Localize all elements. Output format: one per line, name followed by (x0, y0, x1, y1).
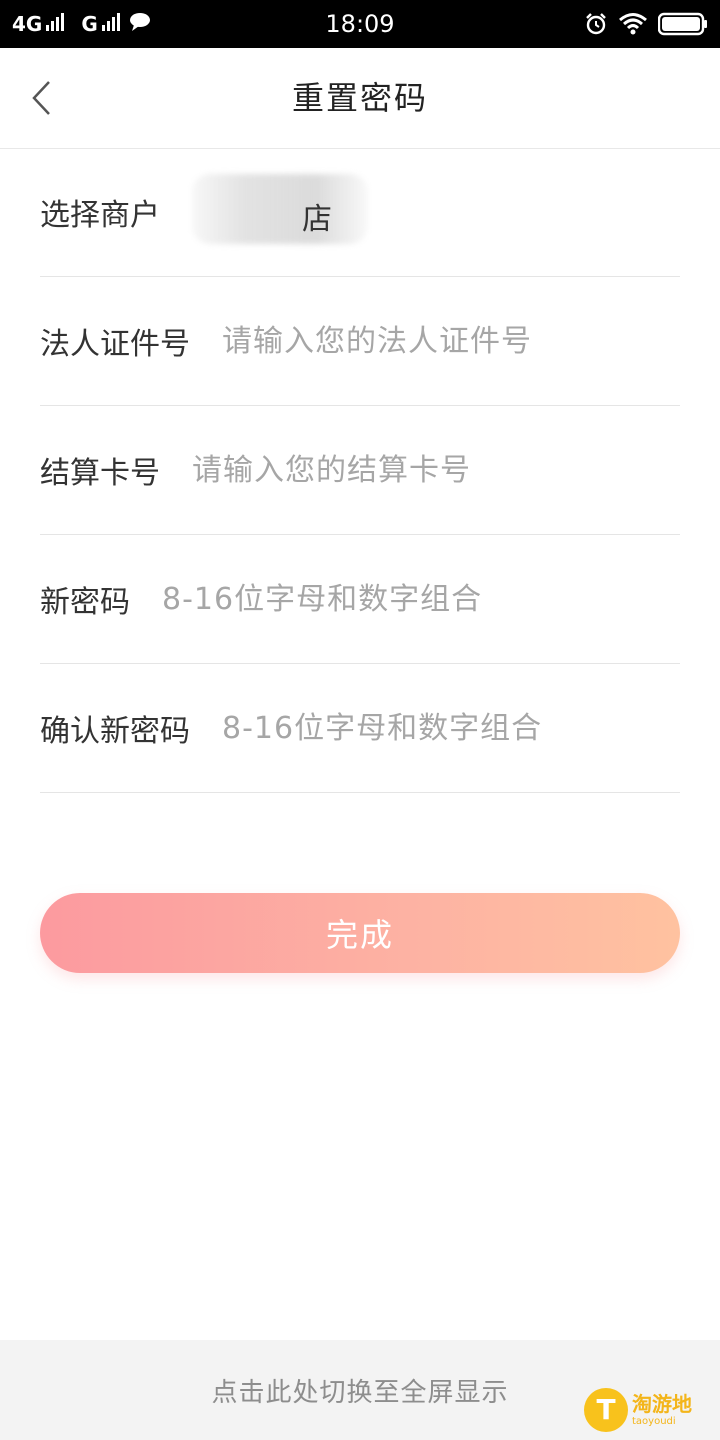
watermark-text: 淘游地 (632, 1392, 692, 1416)
redacted-blur (192, 174, 368, 244)
confirm-password-label: 确认新密码 (40, 714, 190, 749)
wifi-icon (618, 12, 648, 36)
merchant-label: 选择商户 (40, 198, 160, 233)
legal-id-row: 法人证件号 (40, 277, 680, 406)
alarm-icon (584, 12, 608, 36)
page-title: 重置密码 (291, 79, 428, 117)
reset-password-screen: 4G G 18:09 重置密码 选择商户 店 法人证件号 请输入您的法人证件号 … (0, 0, 720, 1440)
submit-button[interactable]: 完成 (40, 893, 680, 973)
card-row: 结算卡号 (40, 406, 680, 535)
merchant-value-text: 店 (302, 202, 332, 237)
battery-icon (658, 12, 708, 36)
new-password-label: 新密码 (40, 585, 130, 620)
card-label: 结算卡号 (40, 456, 160, 491)
confirm-password-row: 确认新密码 (40, 664, 680, 793)
legal-id-input[interactable] (222, 323, 680, 359)
new-password-row: 新密码 (40, 535, 680, 664)
card-number-input[interactable] (192, 452, 680, 488)
status-bar: 4G G 18:09 (0, 0, 720, 48)
watermark-t-icon: T (584, 1388, 628, 1432)
watermark-subtext: taoyoudi (632, 1416, 676, 1427)
merchant-value[interactable]: 店 (192, 174, 392, 244)
new-password-input[interactable] (162, 581, 680, 617)
confirm-password-input[interactable] (222, 710, 680, 746)
nav-bar: 重置密码 (0, 48, 720, 149)
status-right (574, 0, 708, 48)
legal-id-label: 法人证件号 (40, 327, 190, 362)
watermark-logo: T 淘游地 taoyoudi (584, 1384, 714, 1436)
merchant-row[interactable]: 选择商户 店 (40, 148, 680, 277)
